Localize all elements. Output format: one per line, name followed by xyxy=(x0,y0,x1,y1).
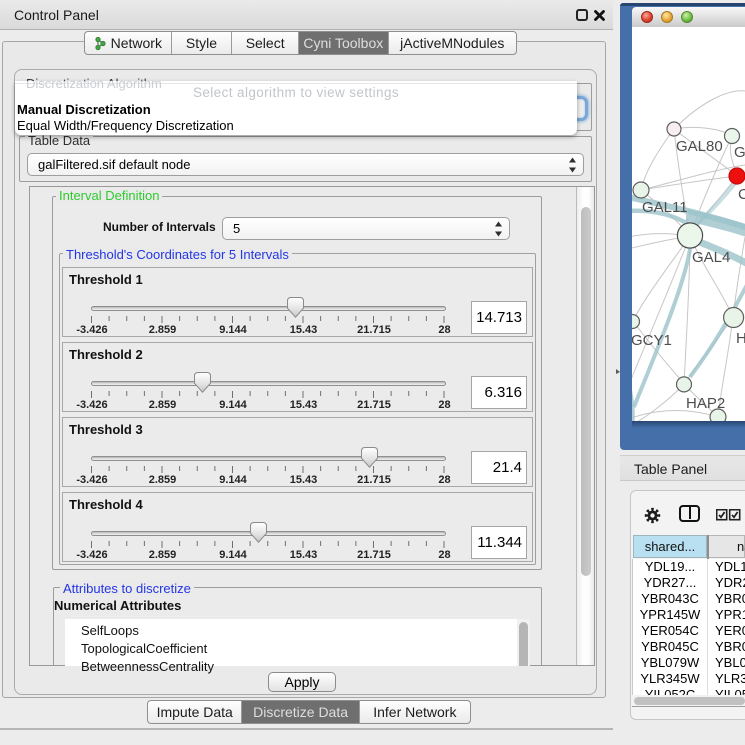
svg-text:GAL4: GAL4 xyxy=(692,249,730,266)
svg-text:G: G xyxy=(734,144,745,161)
svg-text:GAL80: GAL80 xyxy=(676,138,723,155)
svg-text:HAP2: HAP2 xyxy=(686,395,725,412)
svg-text:H: H xyxy=(736,330,745,347)
svg-text:GAL11: GAL11 xyxy=(642,199,688,216)
svg-text:C: C xyxy=(738,186,745,203)
svg-text:GCY1: GCY1 xyxy=(632,332,672,349)
